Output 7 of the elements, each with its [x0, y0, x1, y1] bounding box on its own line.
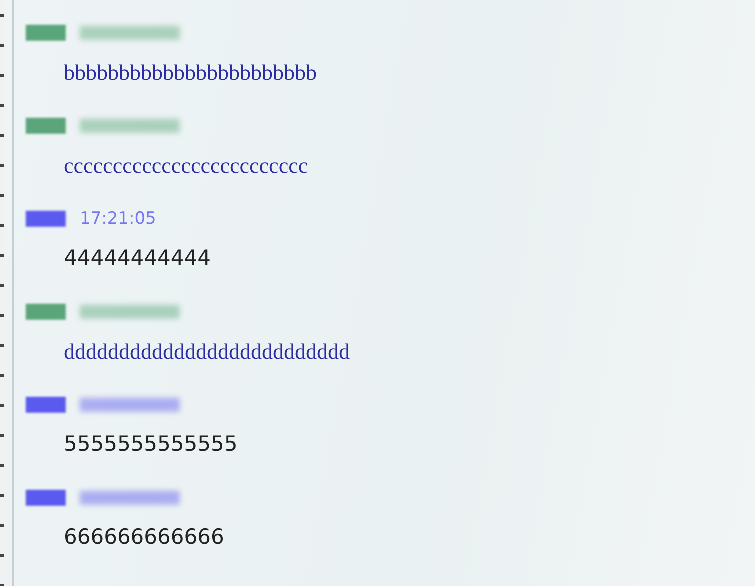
message-text: ccccccccccccccccccccccccc	[64, 153, 310, 179]
message-text: bbbbbbbbbbbbbbbbbbbbbbb	[64, 60, 318, 86]
message-text: dddddddddddddddddddddddddd	[64, 339, 350, 365]
message-text: 5555555555555	[64, 432, 239, 456]
message-text: 44444444444	[64, 246, 212, 270]
message-text: 666666666666	[64, 525, 226, 549]
message-time: 17:21:05	[80, 209, 156, 229]
